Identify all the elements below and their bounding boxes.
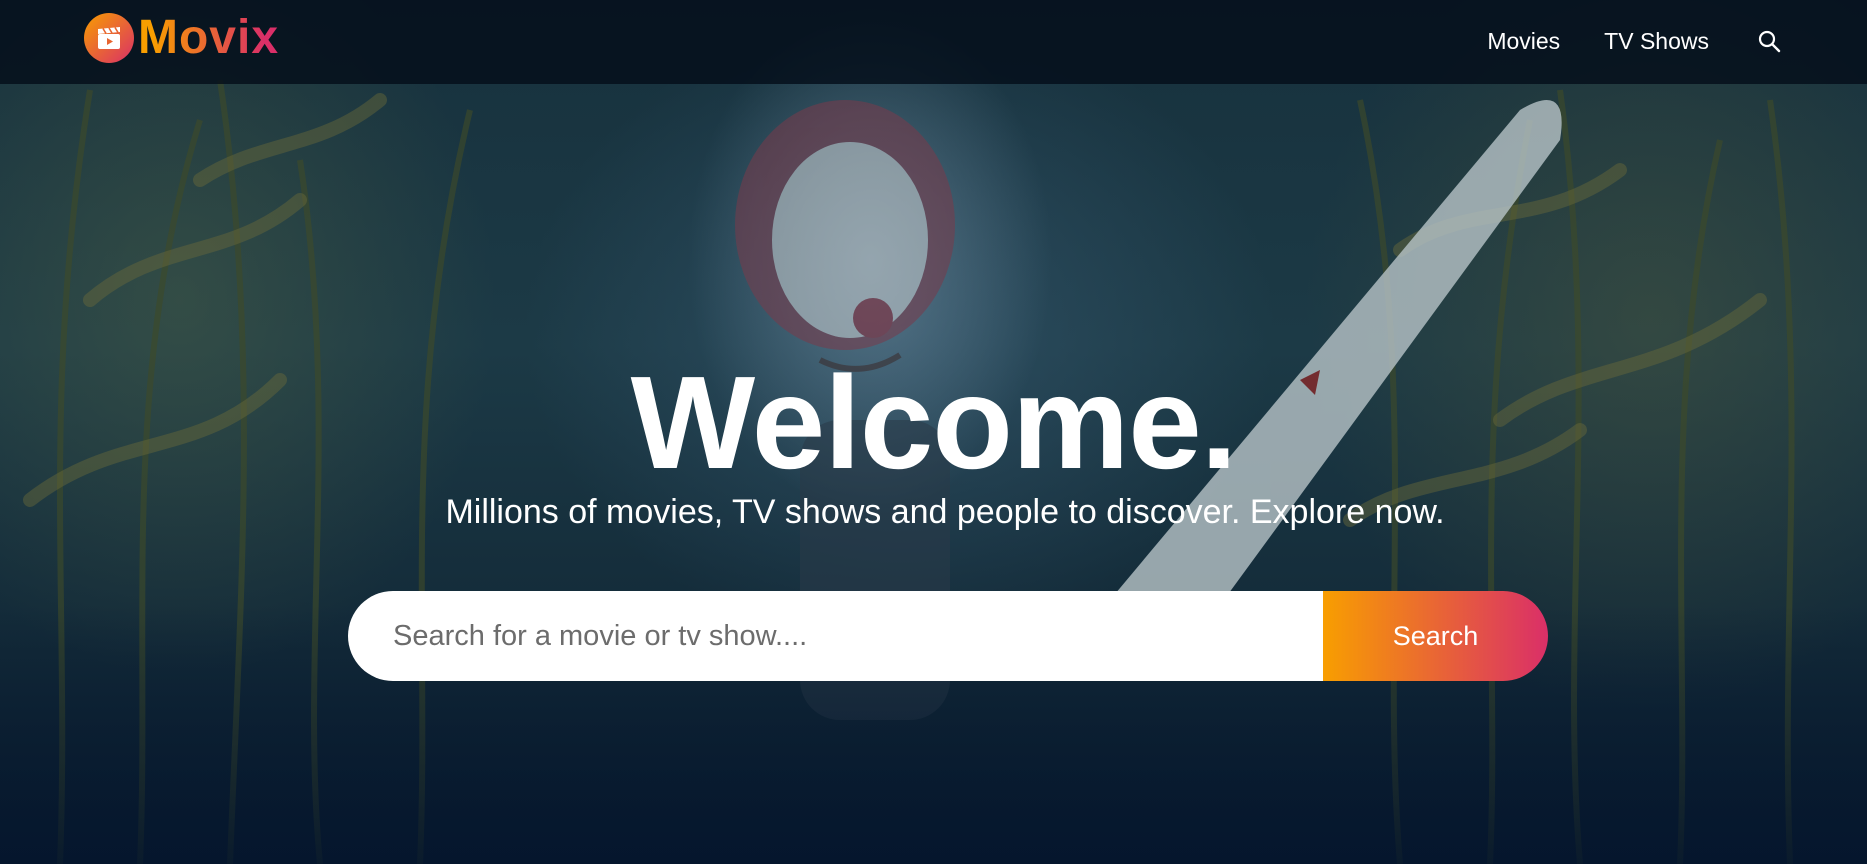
hero-search-bar: Search xyxy=(348,591,1548,681)
nav-tv-shows[interactable]: TV Shows xyxy=(1604,22,1709,60)
hero-subtitle: Millions of movies, TV shows and people … xyxy=(445,493,1445,531)
nav-movies[interactable]: Movies xyxy=(1487,22,1560,60)
search-icon[interactable] xyxy=(1755,22,1783,60)
hero-title: Welcome. xyxy=(630,349,1238,496)
header: Movix Movies TV Shows xyxy=(0,0,1867,84)
search-button[interactable]: Search xyxy=(1323,591,1548,681)
search-input[interactable] xyxy=(348,591,1323,681)
brand-name: Movix xyxy=(138,11,280,64)
logo[interactable]: Movix xyxy=(84,12,279,64)
clapperboard-icon xyxy=(84,13,134,63)
main-nav: Movies TV Shows xyxy=(1443,22,1783,60)
